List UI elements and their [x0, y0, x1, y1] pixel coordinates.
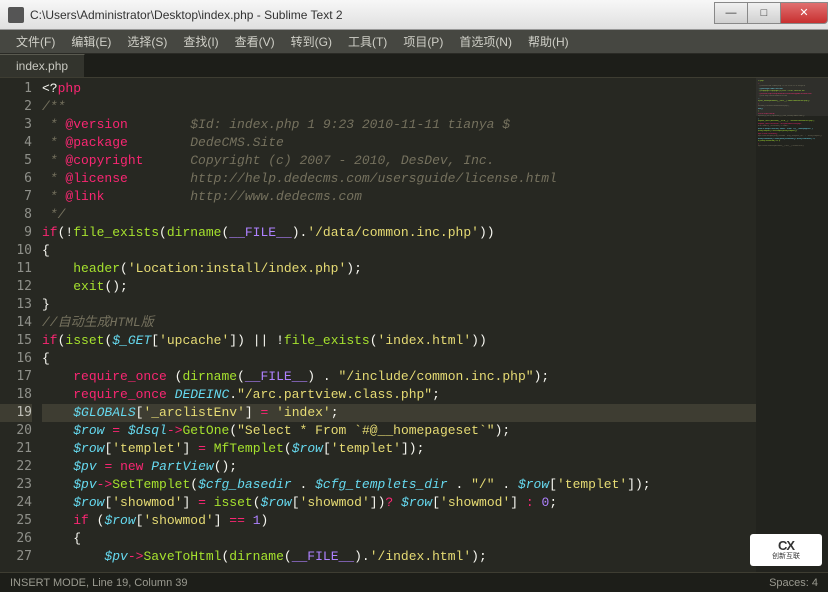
- minimap[interactable]: <?php/** * @version $Id: index.php 1 9:2…: [756, 78, 828, 572]
- line-number: 3: [0, 116, 32, 134]
- menu-prefs[interactable]: 首选项(N): [451, 30, 520, 53]
- code-line[interactable]: * @link http://www.dedecms.com: [42, 188, 756, 206]
- tab-active[interactable]: index.php: [0, 54, 85, 77]
- menu-edit[interactable]: 编辑(E): [63, 30, 119, 53]
- code-line[interactable]: /**: [42, 98, 756, 116]
- code-line[interactable]: require_once (dirname(__FILE__) . "/incl…: [42, 368, 756, 386]
- menu-find[interactable]: 查找(I): [175, 30, 226, 53]
- title-bar: C:\Users\Administrator\Desktop\index.php…: [0, 0, 828, 30]
- code-line[interactable]: * @version $Id: index.php 1 9:23 2010-11…: [42, 116, 756, 134]
- tab-bar: index.php: [0, 54, 828, 78]
- line-number: 13: [0, 296, 32, 314]
- code-line[interactable]: $row['showmod'] = isset($row['showmod'])…: [42, 494, 756, 512]
- menu-select[interactable]: 选择(S): [119, 30, 175, 53]
- line-number: 17: [0, 368, 32, 386]
- line-number: 23: [0, 476, 32, 494]
- menu-bar: 文件(F) 编辑(E) 选择(S) 查找(I) 查看(V) 转到(G) 工具(T…: [0, 30, 828, 54]
- window-controls: — □ ✕: [715, 2, 828, 24]
- status-left: INSERT MODE, Line 19, Column 39: [10, 577, 769, 589]
- line-number: 22: [0, 458, 32, 476]
- line-number: 9: [0, 224, 32, 242]
- code-line[interactable]: $row = $dsql->GetOne("Select * From `#@_…: [42, 422, 756, 440]
- code-line[interactable]: $pv = new PartView();: [42, 458, 756, 476]
- line-number: 15: [0, 332, 32, 350]
- code-line[interactable]: if(!file_exists(dirname(__FILE__).'/data…: [42, 224, 756, 242]
- code-line[interactable]: $pv->SetTemplet($cfg_basedir . $cfg_temp…: [42, 476, 756, 494]
- code-line[interactable]: header('Location:install/index.php');: [42, 260, 756, 278]
- code-line[interactable]: if ($row['showmod'] == 1): [42, 512, 756, 530]
- menu-view[interactable]: 查看(V): [227, 30, 283, 53]
- minimize-button[interactable]: —: [714, 2, 748, 24]
- watermark-logo: CX 创新互联: [750, 534, 822, 566]
- line-number: 8: [0, 206, 32, 224]
- close-button[interactable]: ✕: [780, 2, 828, 24]
- code-line[interactable]: $row['templet'] = MfTemplet($row['temple…: [42, 440, 756, 458]
- app-icon: [8, 7, 24, 23]
- code-line[interactable]: $GLOBALS['_arclistEnv'] = 'index';: [42, 404, 756, 422]
- line-number: 18: [0, 386, 32, 404]
- window-title: C:\Users\Administrator\Desktop\index.php…: [30, 8, 715, 22]
- line-number: 24: [0, 494, 32, 512]
- code-area[interactable]: <?php/** * @version $Id: index.php 1 9:2…: [42, 78, 756, 572]
- code-line[interactable]: require_once DEDEINC."/arc.partview.clas…: [42, 386, 756, 404]
- line-number: 25: [0, 512, 32, 530]
- line-number: 26: [0, 530, 32, 548]
- line-number: 14: [0, 314, 32, 332]
- code-line[interactable]: * @license http://help.dedecms.com/users…: [42, 170, 756, 188]
- editor-area: 1234567891011121314151617181920212223242…: [0, 78, 828, 572]
- code-line[interactable]: exit();: [42, 278, 756, 296]
- maximize-button[interactable]: □: [747, 2, 781, 24]
- line-number: 21: [0, 440, 32, 458]
- line-number: 7: [0, 188, 32, 206]
- code-line[interactable]: <?php: [42, 80, 756, 98]
- code-line[interactable]: {: [42, 242, 756, 260]
- line-number: 2: [0, 98, 32, 116]
- code-line[interactable]: $pv->SaveToHtml(dirname(__FILE__).'/inde…: [42, 548, 756, 566]
- menu-tools[interactable]: 工具(T): [340, 30, 395, 53]
- gutter: 1234567891011121314151617181920212223242…: [0, 78, 42, 572]
- line-number: 27: [0, 548, 32, 566]
- code-line[interactable]: {: [42, 530, 756, 548]
- menu-help[interactable]: 帮助(H): [520, 30, 577, 53]
- line-number: 5: [0, 152, 32, 170]
- line-number: 11: [0, 260, 32, 278]
- line-number: 4: [0, 134, 32, 152]
- line-number: 20: [0, 422, 32, 440]
- code-line[interactable]: {: [42, 350, 756, 368]
- line-number: 10: [0, 242, 32, 260]
- code-line[interactable]: * @package DedeCMS.Site: [42, 134, 756, 152]
- status-bar: INSERT MODE, Line 19, Column 39 Spaces: …: [0, 572, 828, 592]
- menu-project[interactable]: 项目(P): [395, 30, 451, 53]
- line-number: 6: [0, 170, 32, 188]
- line-number: 19: [0, 404, 32, 422]
- menu-goto[interactable]: 转到(G): [283, 30, 340, 53]
- line-number: 12: [0, 278, 32, 296]
- status-spaces[interactable]: Spaces: 4: [769, 577, 818, 589]
- code-line[interactable]: */: [42, 206, 756, 224]
- code-line[interactable]: if(isset($_GET['upcache']) || !file_exis…: [42, 332, 756, 350]
- code-line[interactable]: * @copyright Copyright (c) 2007 - 2010, …: [42, 152, 756, 170]
- menu-file[interactable]: 文件(F): [8, 30, 63, 53]
- code-line[interactable]: }: [42, 296, 756, 314]
- minimap-viewport[interactable]: [756, 78, 828, 116]
- code-line[interactable]: //自动生成HTML版: [42, 314, 756, 332]
- line-number: 16: [0, 350, 32, 368]
- line-number: 1: [0, 80, 32, 98]
